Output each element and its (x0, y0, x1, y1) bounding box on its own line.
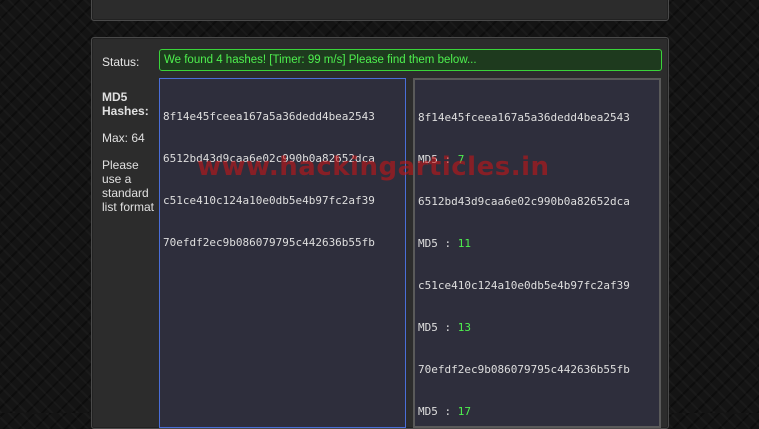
input-hash-line: 70efdf2ec9b086079795c442636b55fb (163, 236, 375, 249)
status-label: Status: (102, 55, 140, 69)
result-value: 11 (457, 237, 471, 250)
hash-form-panel: Status: We found 4 hashes! [Timer: 99 m/… (91, 37, 669, 429)
result-hash: 8f14e45fceea167a5a36dedd4bea2543 (418, 111, 630, 124)
status-message: We found 4 hashes! [Timer: 99 m/s] Pleas… (159, 49, 662, 71)
max-hashes-label: Max: 64 (102, 131, 145, 145)
input-hash-line: 8f14e45fceea167a5a36dedd4bea2543 (163, 110, 375, 123)
result-line: MD5 : 13 (418, 321, 656, 335)
result-hash: 6512bd43d9caa6e02c990b0a82652dca (418, 195, 630, 208)
hash-info-sidebar: MD5 Hashes: Max: 64 Please use a standar… (102, 90, 156, 214)
result-value: 13 (457, 321, 471, 334)
result-prefix: MD5 : (418, 237, 458, 250)
result-prefix: MD5 : (418, 321, 458, 334)
md5-hashes-heading: MD5 Hashes: (102, 90, 149, 118)
input-hash-line: 6512bd43d9caa6e02c990b0a82652dca (163, 152, 375, 165)
result-hash: 70efdf2ec9b086079795c442636b55fb (418, 363, 630, 376)
result-prefix: MD5 : (418, 153, 458, 166)
result-value: 17 (457, 405, 471, 418)
top-panel (91, 0, 669, 21)
result-line: MD5 : 7 (418, 153, 656, 167)
result-hash: c51ce410c124a10e0db5e4b97fc2af39 (418, 279, 630, 292)
hash-results-textarea[interactable]: 8f14e45fceea167a5a36dedd4bea2543 MD5 : 7… (413, 78, 661, 428)
input-hash-line: c51ce410c124a10e0db5e4b97fc2af39 (163, 194, 375, 207)
result-value: 7 (457, 153, 465, 166)
result-line: MD5 : 17 (418, 405, 656, 419)
hash-input-textarea[interactable]: 8f14e45fceea167a5a36dedd4bea2543 6512bd4… (159, 78, 406, 428)
result-prefix: MD5 : (418, 405, 458, 418)
format-help-text: Please use a standard list format (102, 158, 155, 214)
result-line: MD5 : 11 (418, 237, 656, 251)
